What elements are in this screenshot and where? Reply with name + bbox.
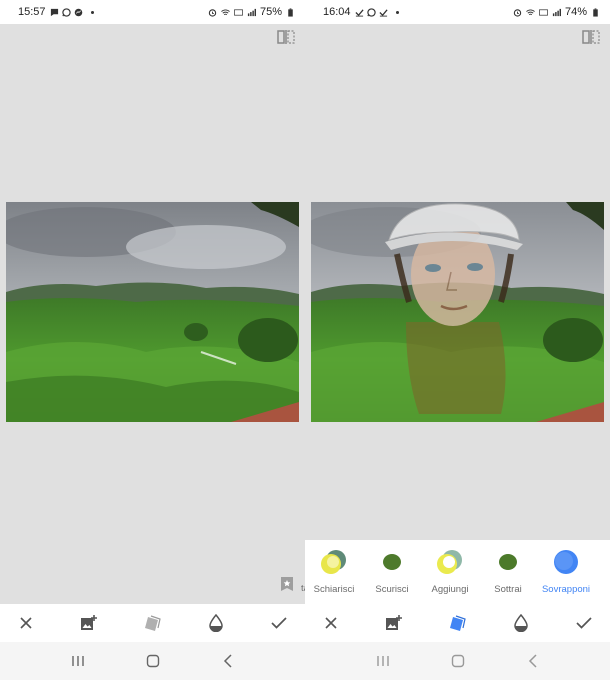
add-image-icon <box>81 615 98 630</box>
cancel-button[interactable] <box>321 613 341 633</box>
battery-percent: 74% <box>564 6 587 18</box>
alarm-icon <box>208 8 217 17</box>
back-button[interactable] <box>524 652 542 670</box>
blend-mode-overlay[interactable]: Sovrapponi <box>537 540 595 595</box>
wifi-icon <box>221 9 230 15</box>
status-bar: 15:57 75% <box>0 0 305 24</box>
recents-icon <box>71 656 84 666</box>
landscape-photo <box>6 202 299 422</box>
apply-button[interactable] <box>269 613 289 633</box>
bookmark-star-icon[interactable] <box>280 576 294 592</box>
check-notification-icon <box>354 8 364 17</box>
blend-mode-add[interactable]: Aggiungi <box>421 540 479 595</box>
message-icon <box>50 8 58 16</box>
screen-after: 16:04 74% Schiarisci Scurisci Aggiungi S… <box>305 0 610 680</box>
subtract-thumb-icon <box>499 554 517 570</box>
compare-icon[interactable] <box>582 30 600 44</box>
volte-icon <box>234 8 243 16</box>
blend-mode-subtract[interactable]: Sottrai <box>479 540 537 595</box>
apply-button[interactable] <box>574 613 594 633</box>
recents-button[interactable] <box>374 652 392 670</box>
home-button[interactable] <box>144 652 162 670</box>
blend-mode-strip: Schiarisci Scurisci Aggiungi Sottrai Sov… <box>305 540 610 604</box>
add-image-button[interactable] <box>384 613 404 633</box>
system-nav-bar <box>305 642 610 680</box>
alarm-icon <box>513 8 522 17</box>
lighten-thumb-icon <box>321 550 346 574</box>
recents-icon <box>376 656 389 666</box>
notification-dot <box>90 10 94 14</box>
check-icon <box>576 617 592 629</box>
wifi-icon <box>526 9 535 15</box>
whatsapp-icon <box>61 7 71 17</box>
blend-mode-button[interactable] <box>143 613 163 633</box>
compare-icon[interactable] <box>277 30 295 44</box>
edit-toolbar <box>0 604 305 642</box>
blend-mode-icon <box>144 615 161 631</box>
status-time: 15:57 <box>18 6 46 18</box>
messenger-icon <box>74 8 82 16</box>
status-bar: 16:04 74% <box>305 0 610 24</box>
add-image-icon <box>386 615 403 630</box>
add-image-button[interactable] <box>79 613 99 633</box>
system-nav-bar <box>0 642 305 680</box>
signal-icon <box>552 8 561 16</box>
opacity-button[interactable] <box>206 613 226 633</box>
blend-mode-darken[interactable]: Scurisci <box>363 540 421 595</box>
recents-button[interactable] <box>69 652 87 670</box>
check-notification-icon <box>378 8 388 17</box>
whatsapp-icon <box>366 7 376 17</box>
battery-icon <box>288 7 293 17</box>
blend-mode-button[interactable] <box>448 613 468 633</box>
blend-mode-icon <box>449 615 466 631</box>
overlay-thumb-icon <box>554 550 578 574</box>
opacity-icon <box>513 614 528 632</box>
back-icon <box>528 654 537 668</box>
home-icon <box>146 654 159 668</box>
close-icon <box>20 617 32 629</box>
opacity-icon <box>208 614 223 632</box>
check-icon <box>271 617 287 629</box>
battery-percent: 75% <box>259 6 282 18</box>
add-thumb-icon <box>437 550 462 574</box>
volte-icon <box>539 8 548 16</box>
home-icon <box>451 654 464 668</box>
signal-icon <box>247 8 256 16</box>
notification-dot <box>395 10 399 14</box>
blend-mode-lighten[interactable]: Schiarisci <box>305 540 363 595</box>
darken-thumb-icon <box>383 554 401 570</box>
close-icon <box>325 617 337 629</box>
back-icon <box>223 654 232 668</box>
cancel-button[interactable] <box>16 613 36 633</box>
opacity-button[interactable] <box>511 613 531 633</box>
back-button[interactable] <box>219 652 237 670</box>
status-time: 16:04 <box>323 6 351 18</box>
edit-toolbar <box>305 604 610 642</box>
battery-icon <box>593 7 598 17</box>
home-button[interactable] <box>449 652 467 670</box>
double-exposure-photo <box>311 202 604 422</box>
screen-before: 15:57 75% t <box>0 0 305 680</box>
